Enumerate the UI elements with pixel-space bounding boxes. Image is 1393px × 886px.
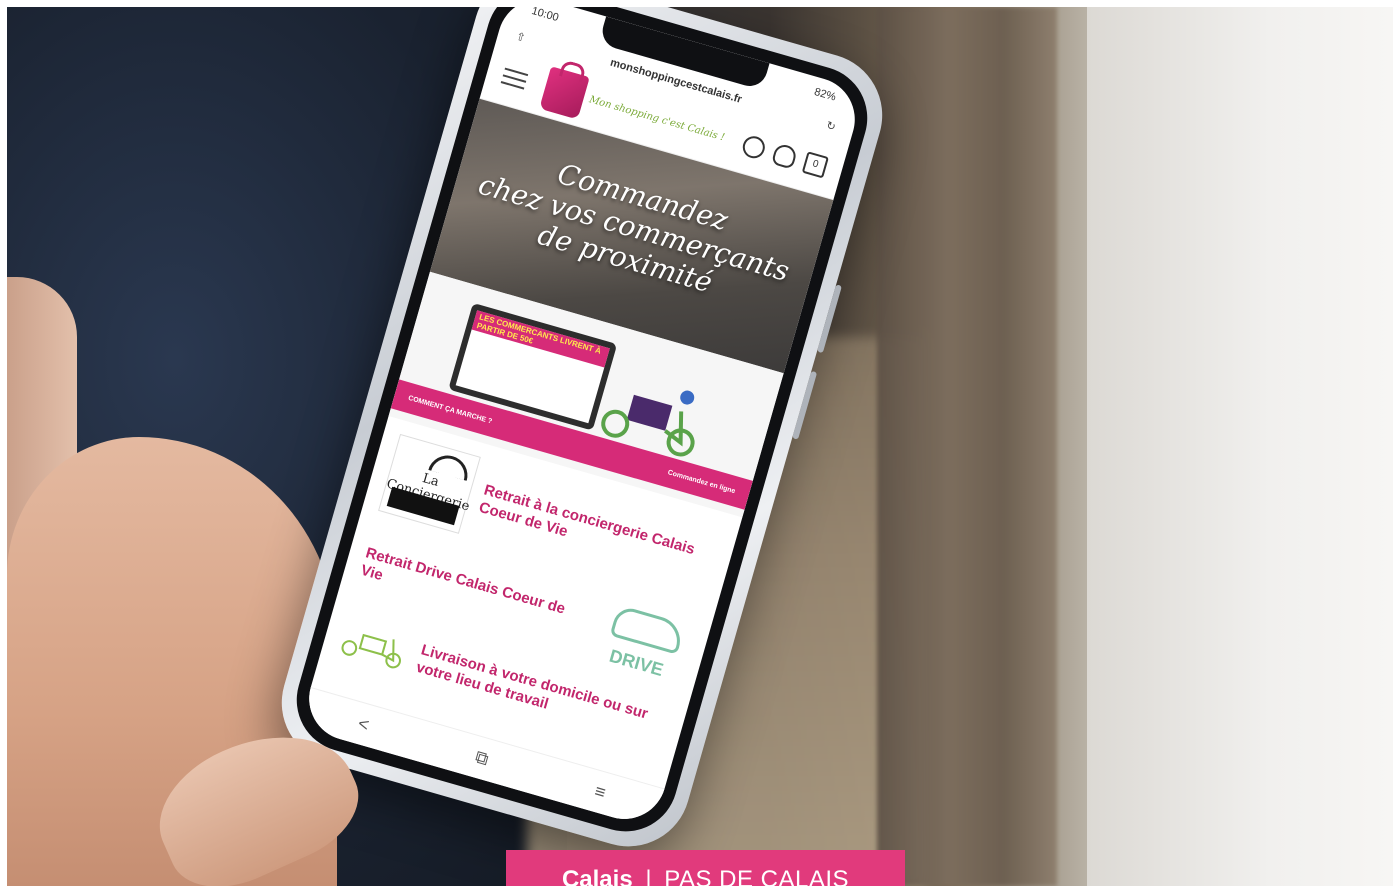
- share-icon[interactable]: ⇧: [515, 29, 527, 44]
- search-icon[interactable]: [740, 133, 768, 161]
- cart-count: 0: [811, 158, 820, 171]
- caption-text: Calais | PAS DE CALAIS: [562, 866, 849, 886]
- user-icon[interactable]: [771, 141, 799, 170]
- conciergerie-logo: La Conciergerie: [378, 433, 482, 534]
- shopping-bag-logo: [539, 65, 590, 120]
- promo-bar-right[interactable]: Commandez en ligne: [667, 469, 736, 495]
- drive-word: DRIVE: [607, 645, 666, 681]
- menu-icon[interactable]: [500, 67, 529, 90]
- cart-icon[interactable]: 0: [801, 150, 830, 178]
- promo-bar-left[interactable]: COMMENT ÇA MARCHE ?: [407, 394, 492, 425]
- caption-separator: |: [645, 866, 652, 886]
- background-wood-post: [877, 7, 1057, 886]
- drive-logo: DRIVE: [583, 594, 696, 688]
- refresh-icon[interactable]: ↻: [825, 118, 837, 133]
- status-battery: 82%: [812, 86, 838, 104]
- laptop-banner-text: LES COMMERCANTS LIVRENT À PARTIR DE 50€: [475, 312, 603, 356]
- back-icon[interactable]: <: [356, 713, 372, 736]
- photo: 10:00 82% ⇧ monshoppingcestcalais.fr ↻ M…: [7, 7, 1393, 886]
- tabs-icon[interactable]: ⧉: [473, 747, 491, 771]
- menu-lines-icon[interactable]: ≡: [592, 781, 608, 804]
- caption-region: PAS DE CALAIS: [664, 866, 850, 886]
- site-header-icons: 0: [740, 133, 830, 178]
- caption-city: Calais: [561, 866, 633, 886]
- background-wall: [1087, 7, 1393, 886]
- status-time: 10:00: [530, 7, 560, 25]
- location-caption: Calais | PAS DE CALAIS: [506, 850, 905, 886]
- cargo-bike-icon: [341, 633, 402, 669]
